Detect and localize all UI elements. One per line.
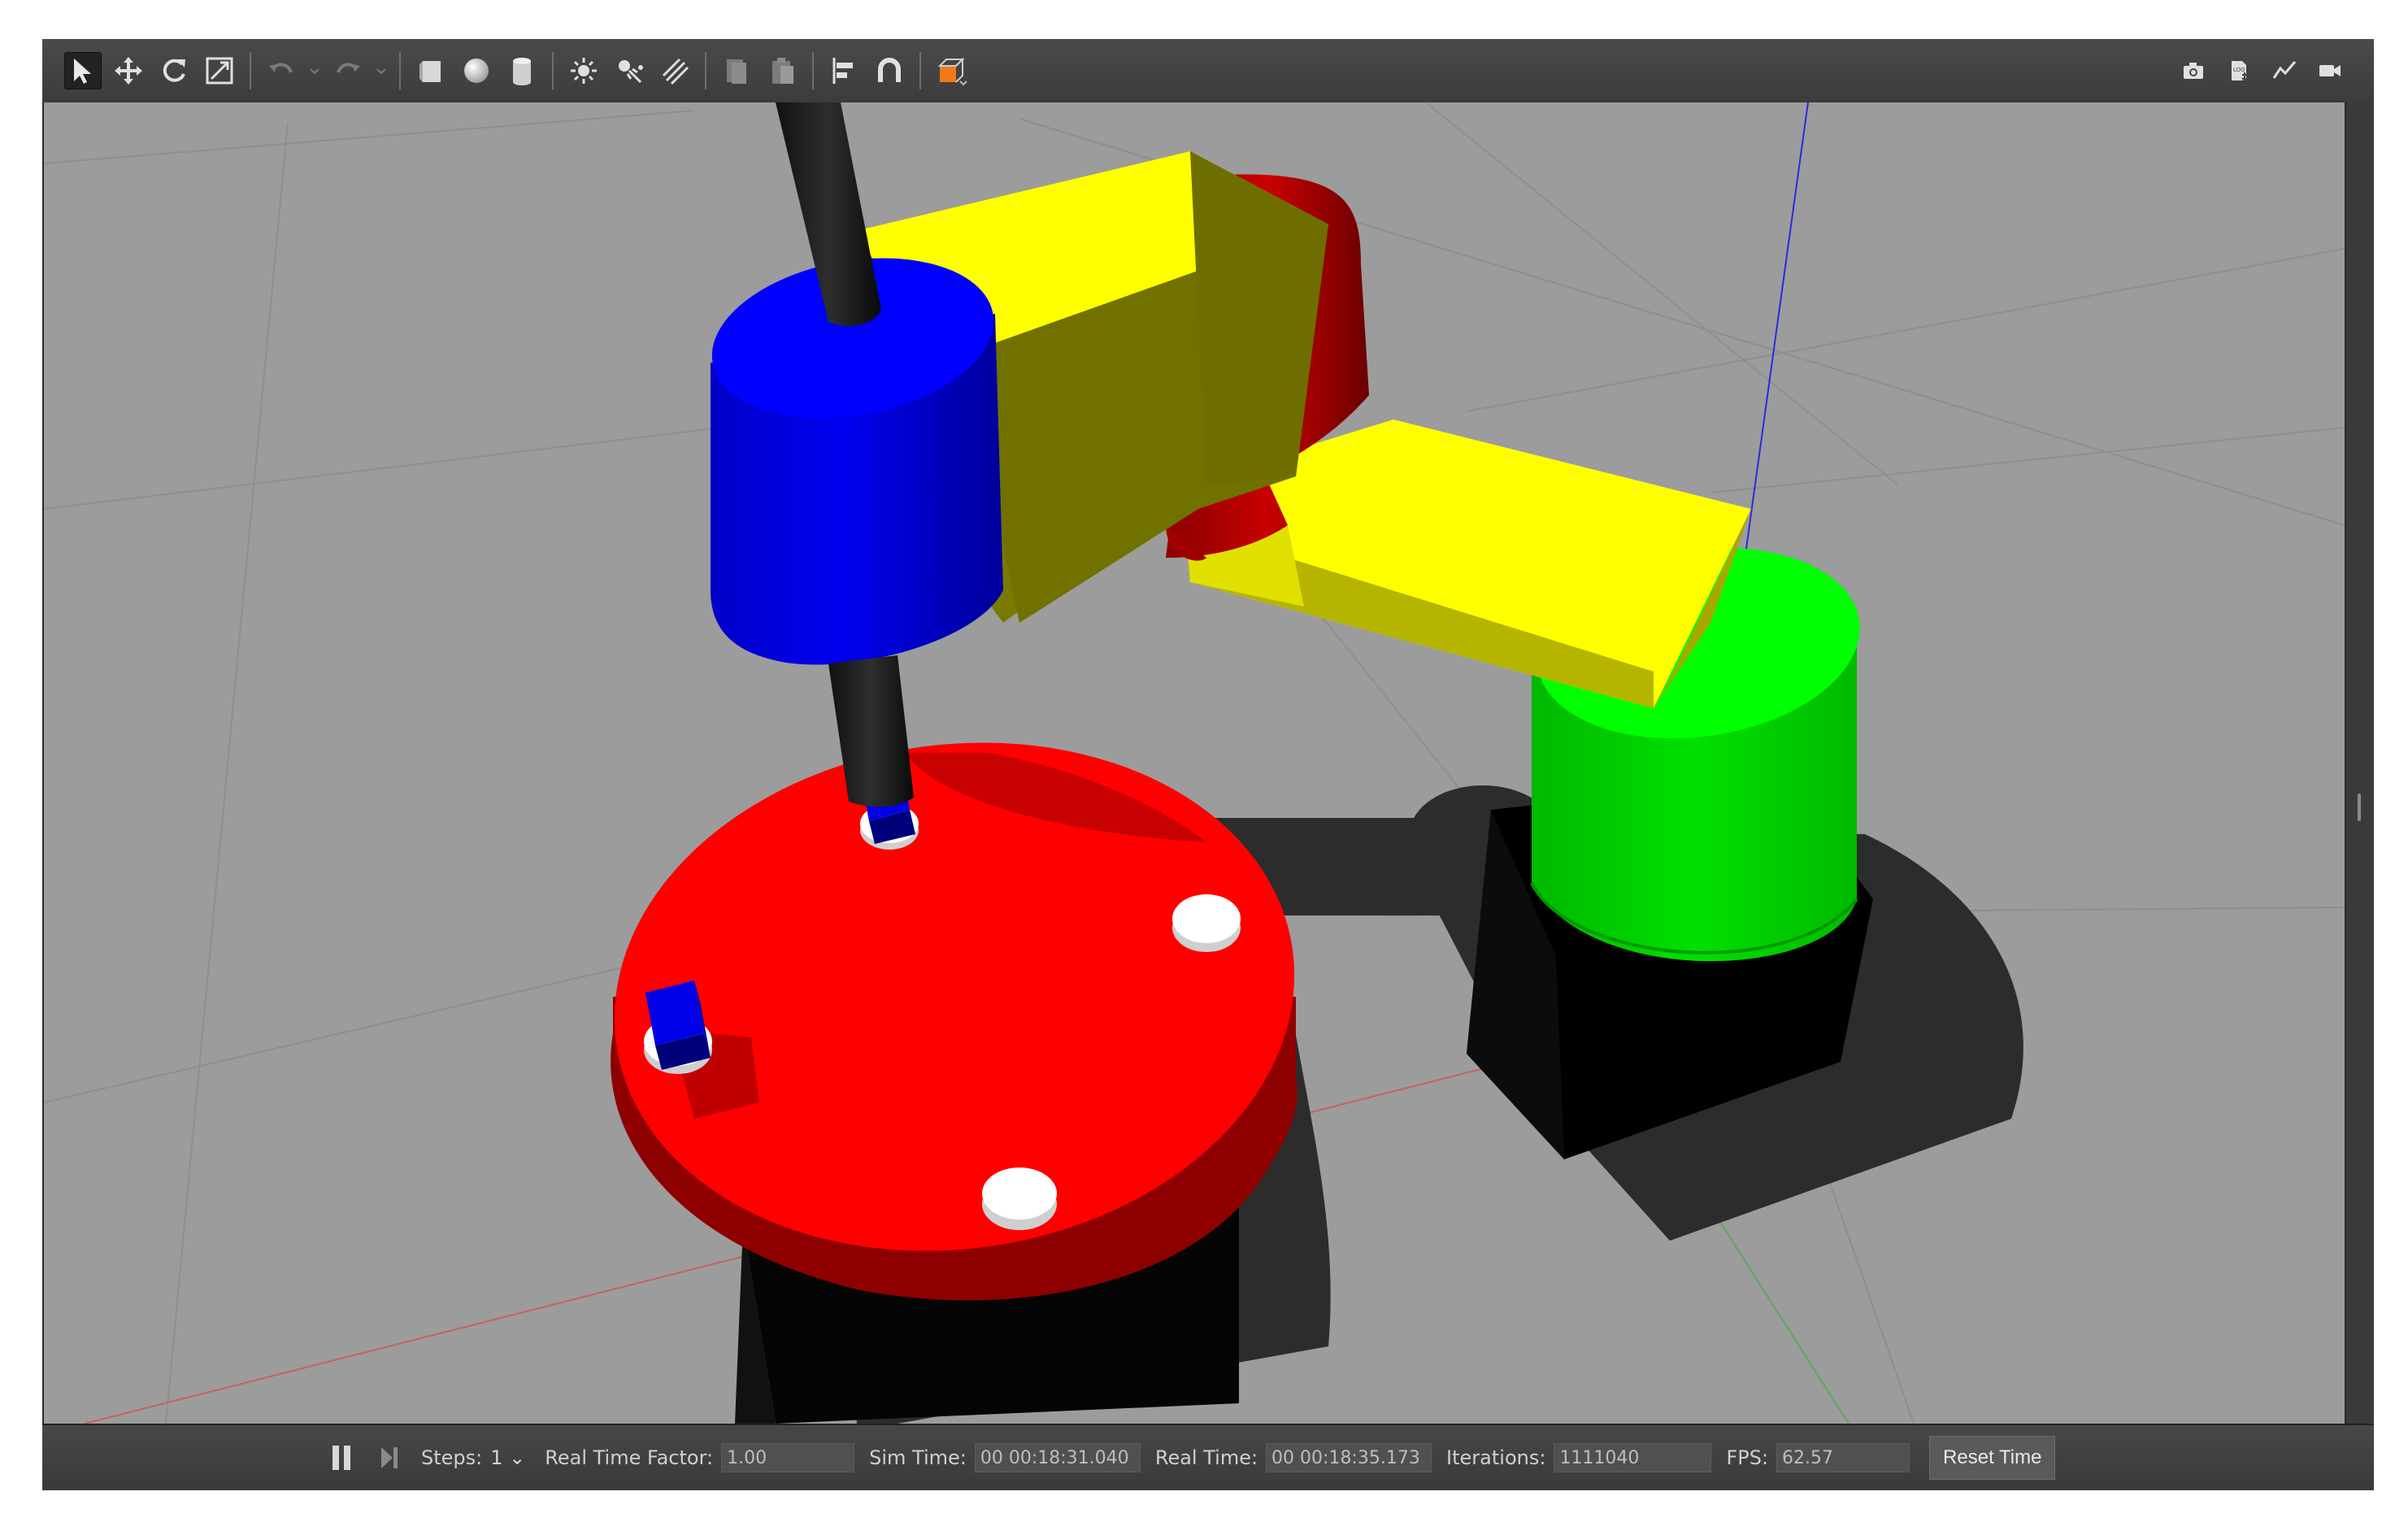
sphere-icon <box>464 59 489 83</box>
step-forward-icon <box>381 1447 398 1468</box>
steps-spinbox[interactable]: 1 ⌄ <box>490 1446 525 1469</box>
gazebo-window: LOG Steps: 1 ⌄ Real Time Factor: 1.00 Si… <box>42 39 2374 1490</box>
sphere-shape-button[interactable] <box>458 52 495 89</box>
real-time-field: 00 00:18:35.173 <box>1266 1443 1432 1472</box>
pause-button[interactable] <box>327 1443 356 1472</box>
point-light-icon <box>571 58 597 84</box>
toolbar-separator <box>552 52 554 89</box>
svg-text:LOG: LOG <box>2233 67 2245 73</box>
redo-icon <box>337 63 360 73</box>
sim-time-label: Sim Time: <box>869 1446 967 1469</box>
scene-viewport[interactable] <box>44 102 2345 1424</box>
copy-icon <box>727 59 746 84</box>
view-cube-icon <box>937 57 967 86</box>
paste-button[interactable] <box>763 52 801 89</box>
scene-render[interactable] <box>44 102 2345 1424</box>
scale-mode-button[interactable] <box>201 52 238 89</box>
directional-light-icon <box>662 58 689 85</box>
white-puck <box>982 1168 1057 1230</box>
toolbar-separator <box>250 52 251 89</box>
toolbar-separator <box>919 52 921 89</box>
iterations-field: 1111040 <box>1554 1443 1712 1472</box>
snap-button[interactable] <box>871 52 908 89</box>
sim-time-field: 00 00:18:31.040 <box>974 1443 1141 1472</box>
reset-time-button[interactable]: Reset Time <box>1929 1436 2056 1480</box>
rotate-icon <box>163 59 185 82</box>
translate-mode-button[interactable] <box>110 52 147 89</box>
box-icon <box>419 61 441 82</box>
real-time-factor-field: 1.00 <box>721 1443 855 1472</box>
white-puck <box>1172 894 1241 952</box>
step-button[interactable] <box>374 1443 403 1472</box>
toolbar: LOG <box>42 39 2374 104</box>
rotary-table[interactable] <box>581 700 1328 1424</box>
redo-history-dropdown[interactable] <box>372 52 390 89</box>
arrow-pointer-icon <box>74 59 91 84</box>
log-button[interactable]: LOG <box>2220 52 2258 89</box>
plot-icon <box>2272 61 2297 79</box>
select-mode-button[interactable] <box>64 52 102 89</box>
scale-icon <box>206 57 233 85</box>
toolbar-separator <box>812 52 814 89</box>
copy-button[interactable] <box>718 52 755 89</box>
cylinder-shape-button[interactable] <box>503 52 541 89</box>
steps-label: Steps: <box>421 1446 483 1469</box>
pause-icon <box>333 1446 350 1470</box>
magnet-icon <box>878 58 901 82</box>
video-camera-icon <box>2319 65 2341 76</box>
chevron-down-icon <box>310 68 319 75</box>
directional-light-button[interactable] <box>656 52 693 89</box>
chevron-down-icon <box>376 68 386 75</box>
log-icon: LOG <box>2232 61 2248 82</box>
spot-light-icon <box>619 60 643 84</box>
chevron-down-icon: ⌄ <box>509 1446 526 1469</box>
undo-button[interactable] <box>263 52 300 89</box>
view-angle-button[interactable] <box>932 52 970 89</box>
spot-light-button[interactable] <box>611 52 648 89</box>
cylinder-icon <box>513 58 531 85</box>
move-arrows-icon <box>115 57 142 85</box>
align-icon <box>832 58 853 84</box>
plot-button[interactable] <box>2266 52 2303 89</box>
rotate-mode-button[interactable] <box>155 52 193 89</box>
box-shape-button[interactable] <box>412 52 450 89</box>
fps-field: 62.57 <box>1776 1443 1910 1472</box>
redo-button[interactable] <box>329 52 367 89</box>
panel-drag-handle[interactable] <box>2358 794 2361 821</box>
real-time-label: Real Time: <box>1154 1446 1258 1469</box>
camera-icon <box>2184 63 2203 79</box>
steps-value: 1 <box>490 1446 503 1469</box>
undo-history-dropdown[interactable] <box>306 52 324 89</box>
iterations-label: Iterations: <box>1446 1446 1546 1469</box>
status-bar: Steps: 1 ⌄ Real Time Factor: 1.00 Sim Ti… <box>42 1424 2374 1490</box>
point-light-button[interactable] <box>565 52 602 89</box>
record-video-button[interactable] <box>2311 52 2349 89</box>
screenshot-button[interactable] <box>2175 52 2212 89</box>
fps-label: FPS: <box>1726 1446 1769 1469</box>
toolbar-separator <box>705 52 706 89</box>
paste-icon <box>772 58 793 84</box>
align-button[interactable] <box>825 52 863 89</box>
toolbar-separator <box>399 52 401 89</box>
real-time-factor-label: Real Time Factor: <box>545 1446 714 1469</box>
right-panel-collapser[interactable] <box>2346 102 2374 1424</box>
undo-icon <box>269 63 293 73</box>
